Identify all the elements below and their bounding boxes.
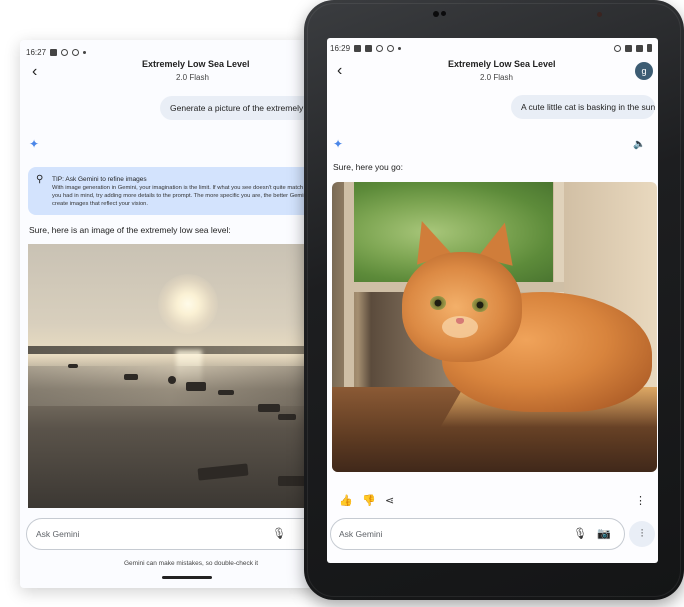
camera-icon[interactable]: 📷 (597, 527, 611, 540)
speaker-icon[interactable]: 🔈 (633, 139, 645, 150)
notification-icon (61, 48, 69, 56)
page-title: Extremely Low Sea Level (448, 59, 556, 69)
cat-eye (472, 298, 488, 312)
more-vertical-icon[interactable]: ⋮ (635, 496, 646, 507)
front-tablet-screen: 16:29 ‹ Extremely Low Sea Level 2.0 Flas… (327, 38, 658, 563)
model-subtitle[interactable]: 2.0 Flash (176, 73, 209, 82)
page-title: Extremely Low Sea Level (142, 59, 250, 69)
gemini-reply-text: Sure, here you go: (333, 162, 403, 172)
generated-image-cat[interactable] (332, 182, 657, 472)
gemini-sparkle-icon: ✦ (333, 137, 344, 151)
notification-icon (354, 45, 362, 52)
sync-icon (387, 45, 395, 52)
horizon (28, 346, 312, 354)
input-placeholder: Ask Gemini (36, 529, 80, 539)
wifi-off-icon (625, 44, 632, 52)
back-tablet-screen: 16:27 ‹ Extremely Low Sea Level 2.0 Flas… (20, 40, 320, 588)
notification-icon (50, 48, 58, 56)
model-subtitle[interactable]: 2.0 Flash (480, 73, 513, 82)
thumbs-down-icon[interactable]: 👎 (362, 496, 376, 507)
notification-icon (365, 45, 373, 52)
front-camera (433, 11, 439, 17)
status-time: 16:27 (26, 47, 47, 57)
ask-gemini-input[interactable]: Ask Gemini 🎙 (26, 518, 320, 550)
notification-icon (376, 45, 384, 52)
lightbulb-icon: ⚲ (36, 174, 44, 185)
dot-icon (398, 47, 402, 50)
gemini-sparkle-icon: ✦ (29, 137, 40, 151)
gemini-reply-text: Sure, here is an image of the extremely … (29, 225, 231, 235)
home-indicator[interactable] (162, 576, 212, 579)
user-prompt-text: Generate a picture of the extremely lo (170, 103, 313, 113)
user-prompt-bubble: A cute little cat is basking in the sun. (511, 95, 655, 119)
thumbs-up-icon[interactable]: 👍 (339, 496, 353, 507)
status-bar: 16:27 (26, 46, 87, 58)
status-icons (614, 44, 652, 52)
dot-icon (83, 50, 87, 54)
rock (124, 374, 138, 380)
cat-nose (456, 318, 464, 324)
rock (258, 404, 280, 412)
back-tablet: 16:27 ‹ Extremely Low Sea Level 2.0 Flas… (20, 40, 320, 588)
rock (197, 463, 249, 481)
generated-image-low-sea-level[interactable] (28, 244, 312, 508)
tip-card: ⚲ TIP: Ask Gemini to refine images With … (28, 167, 320, 215)
microphone-icon[interactable]: 🎙 (573, 527, 587, 540)
sensor (441, 11, 446, 16)
user-prompt-text: A cute little cat is basking in the sun. (521, 102, 655, 112)
signal-icon (636, 44, 643, 52)
share-icon[interactable]: ⋖ (385, 496, 394, 507)
sun (158, 274, 218, 334)
status-time: 16:29 (330, 44, 351, 53)
disclaimer: Gemini can make mistakes, so double-chec… (124, 560, 259, 567)
cat-head (402, 252, 522, 362)
tip-title: TIP: Ask Gemini to refine images (52, 176, 147, 183)
cat-eye (430, 296, 446, 310)
ask-gemini-input[interactable]: Ask Gemini 🎙 📷 (330, 518, 625, 550)
battery-icon (647, 44, 652, 52)
wet-sand (28, 366, 312, 406)
arrow-left-icon[interactable]: ‹ (32, 64, 37, 80)
status-bar: 16:29 (330, 44, 402, 53)
rock (68, 364, 78, 368)
microphone-icon[interactable]: 🎙 (272, 527, 286, 540)
sensor (597, 12, 602, 17)
rock (168, 376, 176, 384)
key-icon (614, 44, 621, 52)
user-prompt-bubble: Generate a picture of the extremely lo (160, 96, 320, 120)
sync-icon (72, 48, 80, 56)
input-placeholder: Ask Gemini (339, 529, 383, 539)
arrow-left-icon[interactable]: ‹ (337, 63, 342, 79)
rock (186, 382, 206, 391)
tip-body: With image generation in Gemini, your im… (52, 185, 320, 207)
rock (218, 390, 234, 395)
live-waveform-icon[interactable]: ⫶ (629, 521, 655, 547)
avatar[interactable]: g (635, 62, 653, 80)
rock (278, 414, 296, 420)
